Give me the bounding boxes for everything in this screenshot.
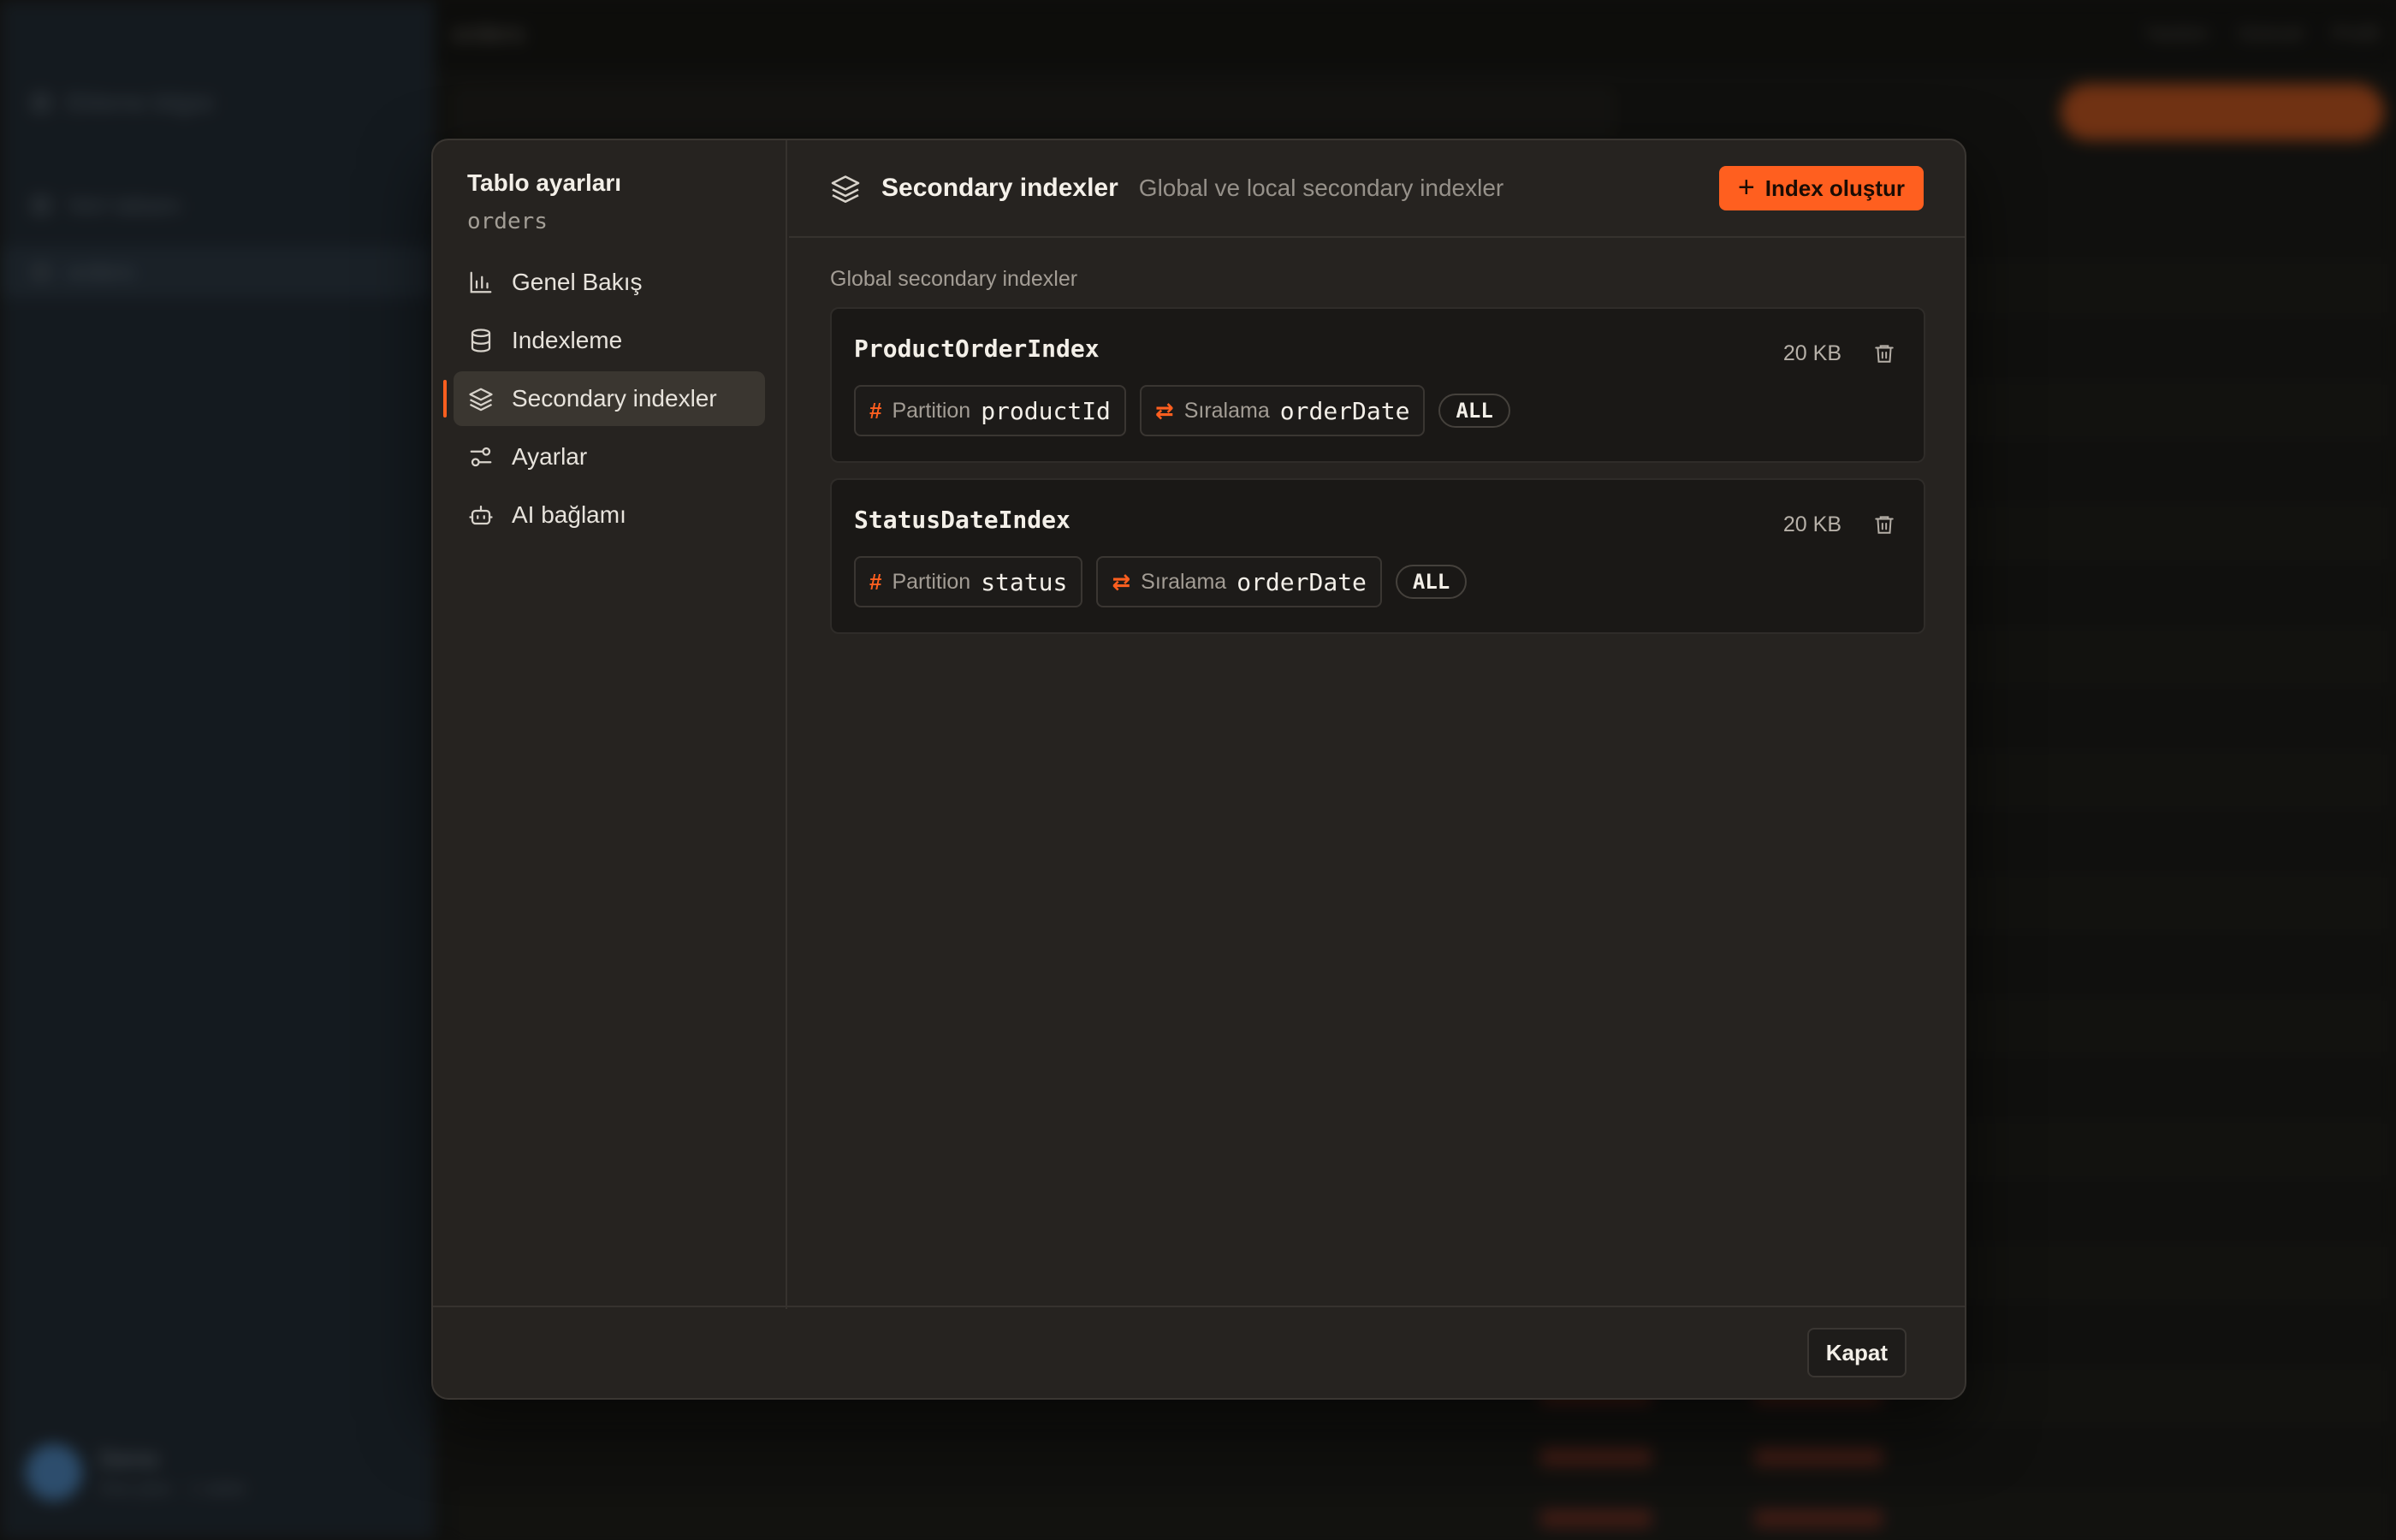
nav-item-secondary-indexes[interactable]: Secondary indexler xyxy=(443,371,765,426)
create-index-label: Index oluştur xyxy=(1764,175,1905,201)
hash-icon: # xyxy=(869,397,882,424)
index-keys: # Partition status ⇄ Sıralama orderDate … xyxy=(854,556,1901,607)
gsi-section-label: Global secondary indexler xyxy=(830,267,1078,291)
chip-key-value: orderDate xyxy=(1237,567,1367,596)
chip-key-value: orderDate xyxy=(1279,396,1410,425)
delete-index-button[interactable] xyxy=(1871,340,1898,367)
hash-icon: # xyxy=(869,568,882,595)
sort-key-chip: ⇄ Sıralama orderDate xyxy=(1139,385,1426,436)
nav-item-label: AI bağlamı xyxy=(512,501,626,528)
plus-icon: + xyxy=(1737,170,1755,204)
table-name: orders xyxy=(467,209,548,234)
index-name: StatusDateIndex xyxy=(854,506,1070,534)
bot-icon xyxy=(467,501,495,529)
dialog-footer: Kapat xyxy=(433,1306,1965,1398)
settings-nav: Genel Bakış Indexleme Secondary indexler… xyxy=(443,255,765,542)
nav-item-label: Secondary indexler xyxy=(512,385,717,412)
nav-item-indexing[interactable]: Indexleme xyxy=(454,313,765,368)
chip-key-label: Partition xyxy=(892,398,971,423)
arrows-swap-icon: ⇄ xyxy=(1154,397,1174,424)
dialog-sidebar: Tablo ayarları orders Genel Bakış Indexl… xyxy=(433,140,787,1309)
index-name: ProductOrderIndex xyxy=(854,335,1100,363)
index-keys: # Partition productId ⇄ Sıralama orderDa… xyxy=(854,385,1901,436)
chip-key-label: Partition xyxy=(892,569,971,594)
delete-index-button[interactable] xyxy=(1871,511,1898,538)
nav-item-ai-context[interactable]: AI bağlamı xyxy=(454,488,765,542)
chip-key-value: productId xyxy=(981,396,1111,425)
nav-item-settings[interactable]: Ayarlar xyxy=(454,429,765,484)
trash-icon xyxy=(1875,516,1894,534)
nav-item-label: Genel Bakış xyxy=(512,269,643,295)
table-settings-dialog: Tablo ayarları orders Genel Bakış Indexl… xyxy=(431,139,1966,1400)
sort-key-chip: ⇄ Sıralama orderDate xyxy=(1096,556,1382,607)
partition-key-chip: # Partition status xyxy=(854,556,1083,607)
nav-item-overview[interactable]: Genel Bakış xyxy=(454,255,765,310)
index-card: StatusDateIndex 20 KB # Partition status… xyxy=(830,478,1925,634)
bar-chart-icon xyxy=(467,269,495,296)
partition-key-chip: # Partition productId xyxy=(854,385,1126,436)
layers-icon xyxy=(467,385,495,412)
index-card: ProductOrderIndex 20 KB # Partition prod… xyxy=(830,307,1925,463)
index-size: 20 KB xyxy=(1782,512,1841,536)
projection-badge: ALL xyxy=(1438,394,1510,428)
chip-key-value: status xyxy=(981,567,1068,596)
dialog-content: Secondary indexler Global ve local secon… xyxy=(789,140,1965,1309)
dialog-sidebar-title: Tablo ayarları xyxy=(467,169,622,196)
nav-item-label: Ayarlar xyxy=(512,443,588,470)
arrows-swap-icon: ⇄ xyxy=(1112,568,1131,595)
section-description: Global ve local secondary indexler xyxy=(1138,175,1504,201)
content-body: Global secondary indexler ProductOrderIn… xyxy=(789,238,1965,634)
sliders-icon xyxy=(467,443,495,471)
projection-badge: ALL xyxy=(1395,565,1468,599)
content-header: Secondary indexler Global ve local secon… xyxy=(789,140,1965,238)
create-index-button[interactable]: + Index oluştur xyxy=(1718,166,1924,210)
database-icon xyxy=(467,327,495,354)
trash-icon xyxy=(1875,345,1894,363)
layers-icon xyxy=(830,173,861,204)
index-size: 20 KB xyxy=(1782,341,1841,365)
chip-key-label: Sıralama xyxy=(1183,398,1270,423)
close-button[interactable]: Kapat xyxy=(1806,1328,1907,1377)
nav-item-label: Indexleme xyxy=(512,327,623,353)
section-title: Secondary indexler xyxy=(881,174,1118,202)
chip-key-label: Sıralama xyxy=(1141,569,1227,594)
